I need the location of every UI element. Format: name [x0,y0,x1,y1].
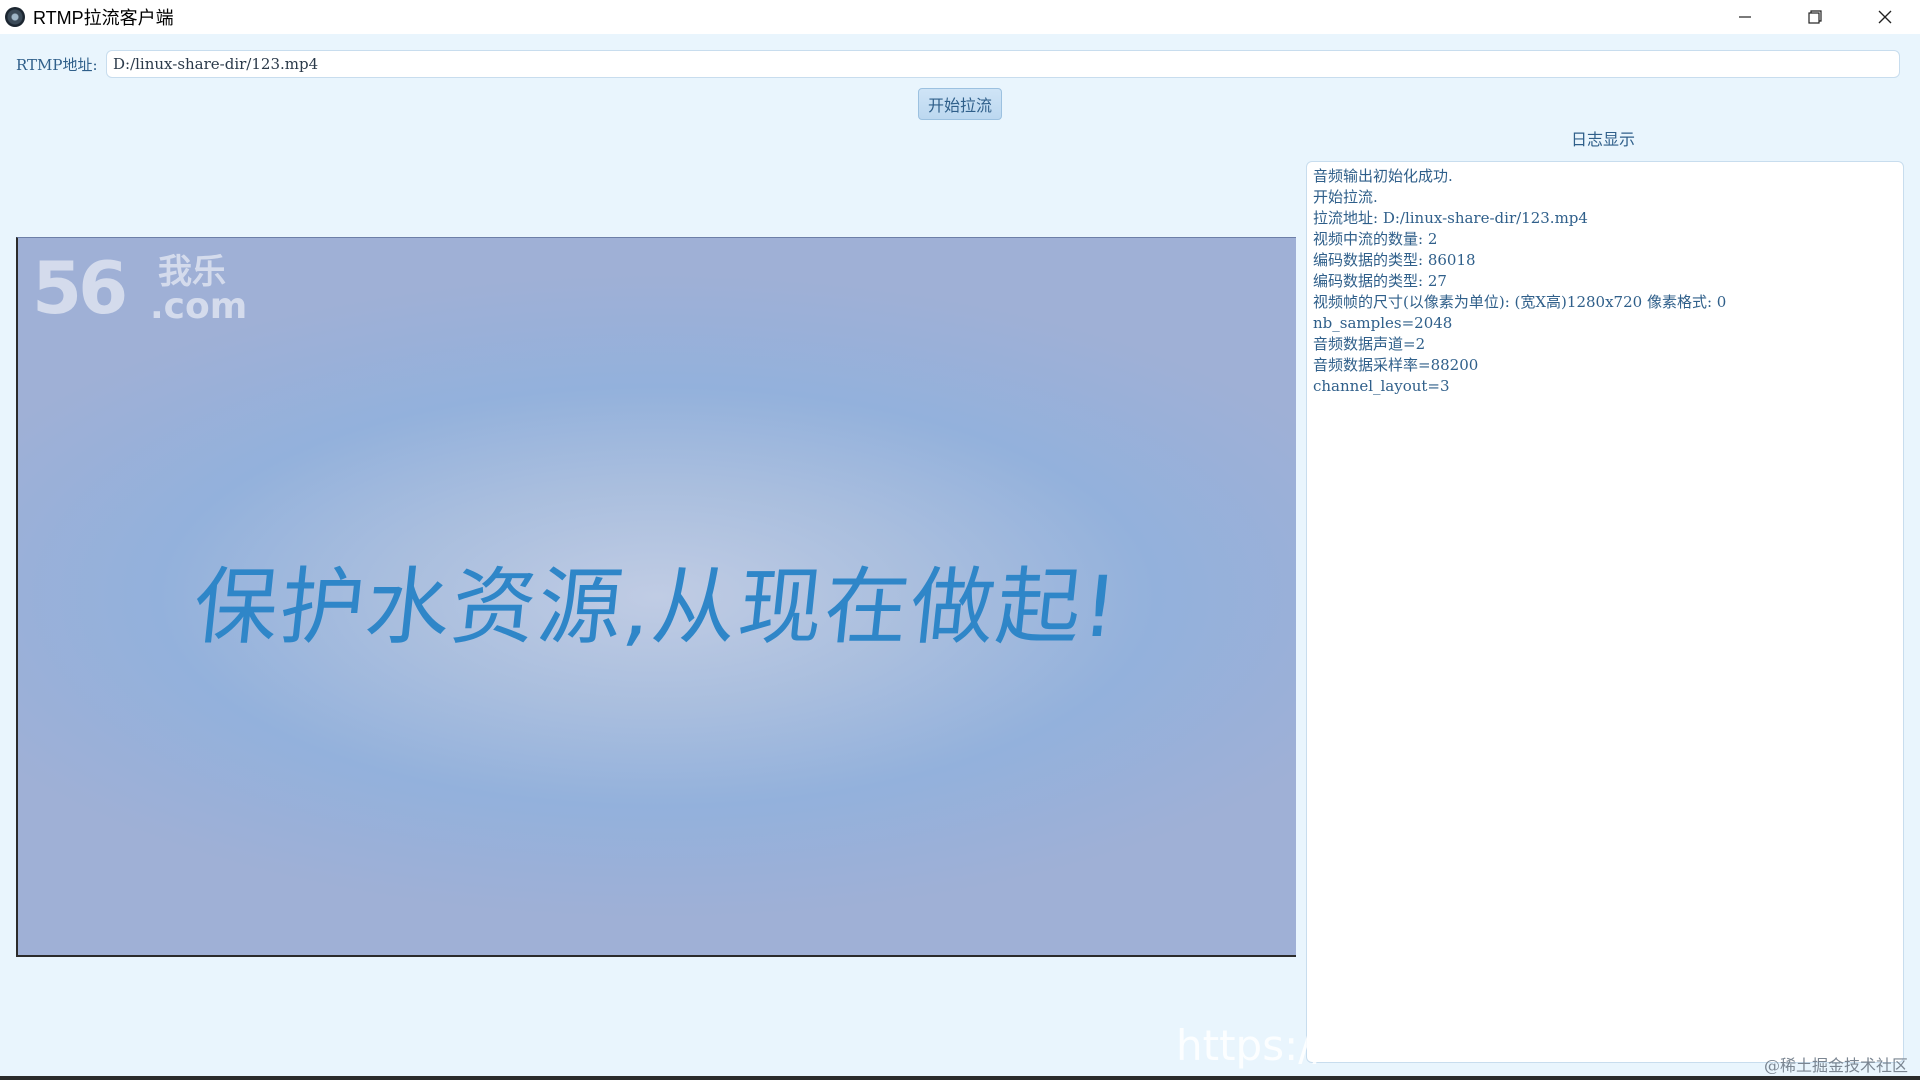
video-player: 56 我乐 .com 保护水资源,从现在做起! [16,237,1296,957]
window-title: RTMP拉流客户端 [33,8,174,28]
log-line: 音频数据声道=2 [1313,335,1426,353]
video-watermark-logo: 56 我乐 .com [32,248,262,328]
maximize-button[interactable] [1780,0,1850,34]
log-line: 拉流地址: D:/linux-share-dir/123.mp4 [1313,209,1588,227]
video-caption-text: 保护水资源,从现在做起! [188,558,1124,656]
log-line: 视频帧的尺寸(以像素为单位): (宽X高)1280x720 像素格式: 0 [1313,293,1727,311]
bottom-border [0,1076,1920,1080]
logo-text: 我乐 [158,252,226,292]
logo-number: 56 [32,246,128,330]
log-line: 视频中流的数量: 2 [1313,230,1438,248]
log-line: channel_layout=3 [1313,377,1450,395]
window-controls [1710,0,1920,34]
title-bar[interactable]: RTMP拉流客户端 [0,0,1920,34]
rtmp-address-input[interactable] [106,50,1900,78]
minimize-icon [1739,16,1751,18]
juejin-watermark: @稀土掘金技术社区 [1763,1056,1908,1075]
minimize-button[interactable] [1710,0,1780,34]
start-pull-button[interactable]: 开始拉流 [918,88,1002,120]
log-text-area[interactable]: 音频输出初始化成功. 开始拉流. 拉流地址: D:/linux-share-di… [1306,161,1904,1063]
log-line: 音频输出初始化成功. [1313,167,1453,185]
close-icon [1878,10,1892,24]
log-line: 音频数据采样率=88200 [1313,356,1479,374]
log-title: 日志显示 [1570,130,1635,149]
restore-icon [1808,10,1822,24]
url-watermark: https://b [1176,1021,1354,1070]
logo-domain: .com [150,286,248,327]
log-line: 编码数据的类型: 86018 [1313,251,1476,269]
rtmp-address-label: RTMP地址: [16,56,98,74]
close-button[interactable] [1850,0,1920,34]
app-window: RTMP拉流客户端 RTMP地址: 开始拉流 [0,0,1920,1080]
log-line: 开始拉流. [1313,188,1378,206]
log-line: nb_samples=2048 [1313,314,1453,332]
log-line: 编码数据的类型: 27 [1313,272,1447,290]
camera-lens-icon [5,7,25,27]
